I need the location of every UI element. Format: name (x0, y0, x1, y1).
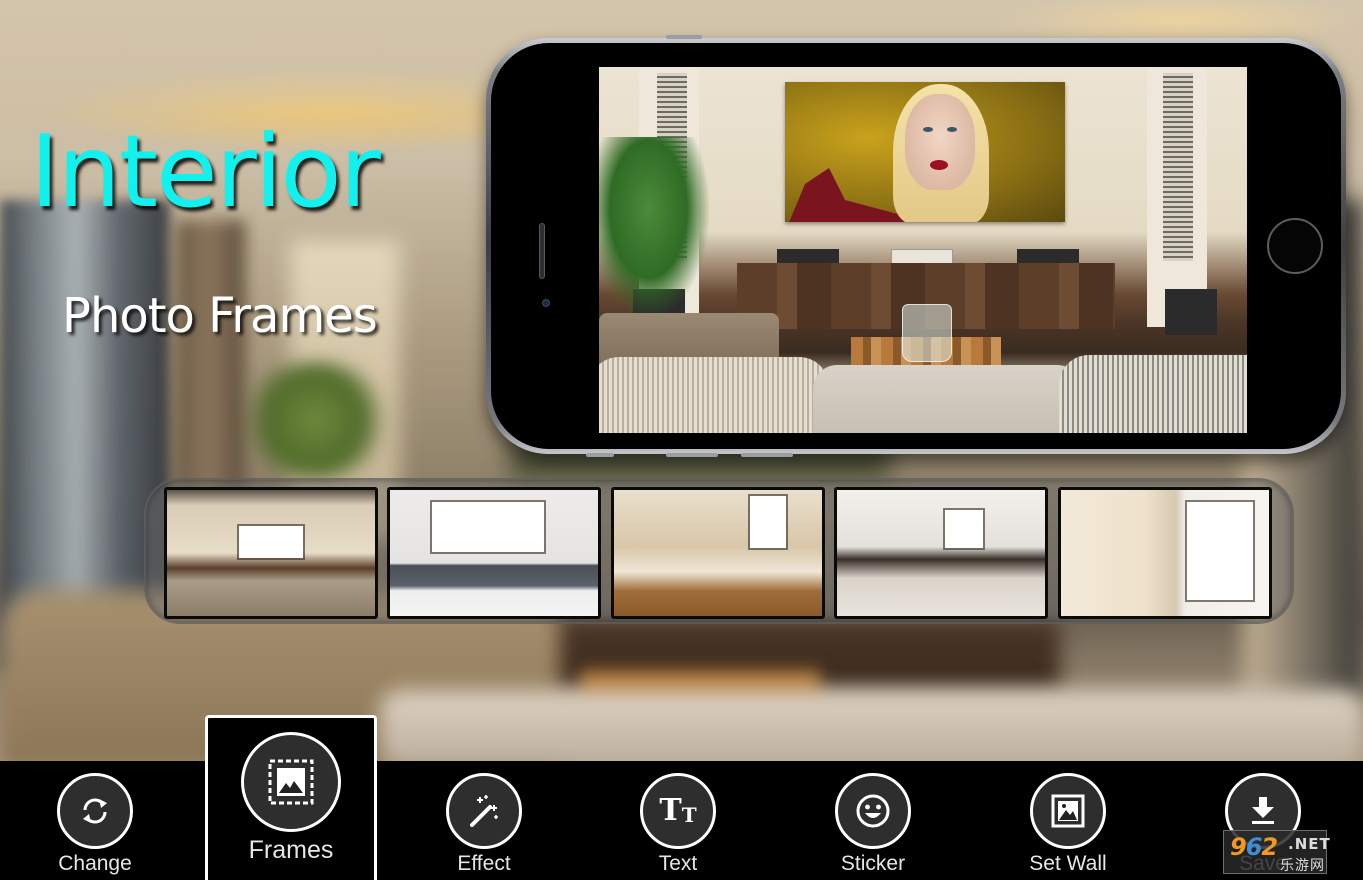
frame-thumbnail[interactable] (1058, 487, 1272, 619)
magic-wand-icon (446, 773, 522, 849)
preview-pillow (599, 357, 829, 433)
app-subtitle: Photo Frames (62, 288, 378, 344)
bottom-toolbar: Change Frames Effect TT Text Sticker Set… (0, 715, 1363, 880)
photo-subject-eye (947, 127, 957, 132)
phone-body (491, 43, 1341, 449)
frames-button[interactable]: Frames (205, 715, 377, 880)
preview-subwoofer (1165, 289, 1217, 335)
frame-thumbnail[interactable] (611, 487, 825, 619)
change-button[interactable]: Change (20, 761, 170, 880)
phone-button (666, 35, 702, 39)
sticker-label: Sticker (840, 852, 906, 875)
preview-pillow (813, 365, 1081, 433)
frame-thumbnail[interactable] (387, 487, 601, 619)
preview-niche-stone (1163, 73, 1193, 261)
wallpaper-icon (1030, 773, 1106, 849)
frame-placeholder (1187, 502, 1253, 600)
sticker-button[interactable]: Sticker (798, 761, 948, 880)
app-title: Interior (30, 113, 381, 230)
text-icon: TT (640, 773, 716, 849)
effect-label: Effect (457, 852, 511, 875)
text-button[interactable]: TT Text (603, 761, 753, 880)
framed-photo[interactable] (785, 82, 1065, 222)
phone-button (741, 453, 793, 457)
preview-pillow (1059, 355, 1247, 433)
phone-button (666, 453, 718, 457)
effect-button[interactable]: Effect (409, 761, 559, 880)
photo-subject-eye (923, 127, 933, 132)
frame-thumbnail[interactable] (834, 487, 1048, 619)
frame-placeholder (239, 526, 303, 558)
photo-subject-lips (930, 160, 948, 170)
frame-preview[interactable] (599, 67, 1247, 433)
photo-subject-face (905, 94, 975, 190)
frames-label: Frames (248, 836, 334, 864)
watermark-chinese: 乐游网 (1280, 858, 1325, 874)
frame-thumbnail[interactable] (164, 487, 378, 619)
frames-strip (144, 478, 1294, 624)
watermark-domain: .NET (1288, 835, 1331, 853)
refresh-icon (57, 773, 133, 849)
watermark-logo: 962 .NET 乐游网 (1223, 830, 1330, 874)
preview-plant (599, 137, 709, 317)
phone-camera (542, 299, 550, 307)
frame-placeholder (945, 510, 983, 548)
text-label: Text (658, 852, 698, 875)
change-label: Change (58, 852, 132, 875)
set-wall-label: Set Wall (1029, 852, 1107, 875)
phone-button (586, 453, 614, 457)
phone-home-button (1267, 218, 1323, 274)
phone-mockup (486, 35, 1346, 457)
frame-placeholder (750, 496, 786, 548)
frame-placeholder (432, 502, 544, 552)
phone-speaker (539, 223, 545, 279)
frame-icon (241, 732, 341, 832)
smiley-icon (835, 773, 911, 849)
bg-plant (240, 360, 390, 480)
preview-vase (902, 304, 952, 362)
set-wall-button[interactable]: Set Wall (993, 761, 1143, 880)
bg-sofa-front (380, 690, 1363, 770)
watermark-number: 962 (1230, 833, 1278, 861)
